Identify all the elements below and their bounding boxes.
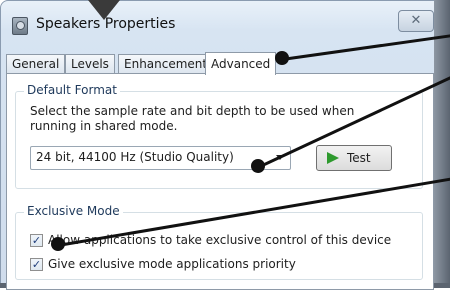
callout-dot-format [251,159,265,173]
format-select-value: 24 bit, 44100 Hz (Studio Quality) [36,150,234,164]
allow-exclusive-control-checkbox[interactable]: ✓ [30,234,43,247]
play-icon [327,152,339,164]
default-format-group-title: Default Format [24,83,120,97]
speaker-app-icon [12,17,28,35]
exclusive-priority-checkbox[interactable]: ✓ [30,258,43,271]
callout-dot-exclusive [51,237,65,251]
desktop-background-edge [434,0,450,288]
test-button[interactable]: Test [316,145,392,171]
tab-general[interactable]: General [6,54,66,73]
title-bar[interactable]: Speakers Properties ✕ [0,0,450,42]
exclusive-priority-label: Give exclusive mode applications priorit… [48,257,296,271]
test-button-label: Test [347,151,371,165]
advanced-tab-panel: Default Format Select the sample rate an… [6,73,434,290]
exclusive-mode-group-title: Exclusive Mode [24,204,123,218]
tab-advanced[interactable]: Advanced [205,52,277,75]
default-format-group: Default Format Select the sample rate an… [15,83,423,189]
close-button[interactable]: ✕ [398,10,434,32]
exclusive-mode-group: Exclusive Mode ✓ Allow applications to t… [15,204,423,280]
tab-levels[interactable]: Levels [65,54,115,73]
down-arrow-indicator [88,0,120,20]
callout-dot-advanced [275,51,289,65]
